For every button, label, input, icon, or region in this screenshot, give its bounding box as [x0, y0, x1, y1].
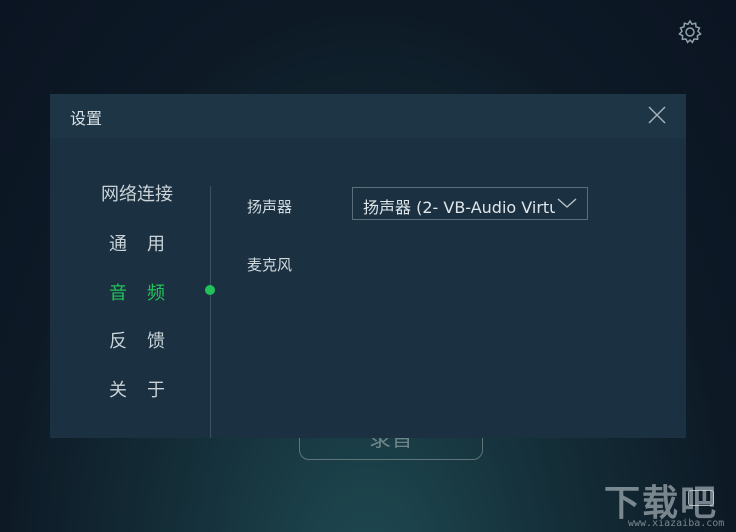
nav-item-feedback[interactable]: 反馈	[82, 327, 192, 353]
microphone-label: 麦克风	[247, 256, 293, 274]
settings-dialog: 设置 网络连接 通用 音频 反馈 关于 扬声器 扬声器 (2- VB-Audio…	[50, 94, 686, 438]
nav-item-network[interactable]: 网络连接	[82, 180, 192, 206]
speaker-select[interactable]: 扬声器 (2- VB-Audio Virtual Cable)	[352, 187, 588, 220]
speaker-label: 扬声器	[247, 198, 293, 216]
nav-divider	[210, 186, 211, 438]
gear-icon[interactable]	[676, 18, 704, 46]
nav-item-label: 反馈	[109, 331, 185, 352]
keyboard-icon	[688, 490, 714, 506]
nav-item-audio[interactable]: 音频	[82, 279, 192, 305]
nav-item-label: 关于	[109, 380, 185, 401]
nav-item-about[interactable]: 关于	[82, 376, 192, 402]
watermark-url: www.xiazaiba.com	[628, 518, 725, 529]
speaker-select-value: 扬声器 (2- VB-Audio Virtual Cable)	[363, 198, 555, 217]
close-icon[interactable]	[648, 106, 666, 124]
dialog-header: 设置	[50, 94, 686, 138]
active-indicator-dot	[205, 285, 215, 295]
chevron-down-icon[interactable]	[557, 196, 577, 210]
nav-item-general[interactable]: 通用	[82, 230, 192, 256]
nav-item-label: 网络连接	[101, 184, 173, 205]
nav-item-label: 通用	[109, 234, 185, 255]
nav-item-label: 音频	[109, 283, 185, 304]
dialog-title: 设置	[70, 109, 103, 128]
